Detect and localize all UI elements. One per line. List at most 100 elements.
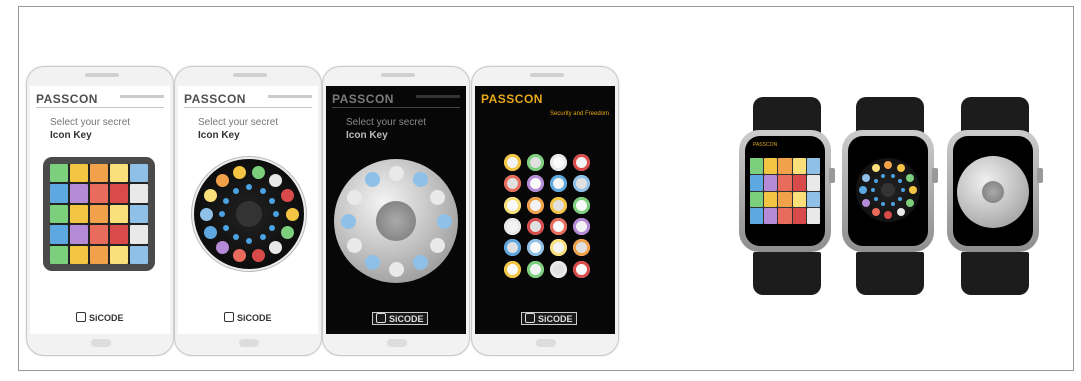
icon-key-dot[interactable] xyxy=(346,189,362,205)
icon-key-circle[interactable] xyxy=(527,175,544,193)
icon-key-tile[interactable] xyxy=(130,245,148,264)
icon-key-dot[interactable] xyxy=(905,198,914,207)
icon-key-circle[interactable] xyxy=(573,239,590,257)
icon-key-wheel[interactable] xyxy=(334,159,458,283)
icon-key-dot[interactable] xyxy=(436,213,452,229)
icon-key-tile[interactable] xyxy=(792,208,806,224)
icon-key-dot[interactable] xyxy=(222,224,229,231)
icon-key-dot[interactable] xyxy=(273,211,279,217)
icon-key-tile[interactable] xyxy=(130,184,148,203)
icon-key-circle[interactable] xyxy=(573,217,590,235)
icon-key-tile[interactable] xyxy=(110,225,128,244)
icon-key-dot[interactable] xyxy=(871,164,880,173)
icon-key-tile[interactable] xyxy=(792,174,806,191)
icon-key-dot[interactable] xyxy=(203,188,217,202)
icon-key-wheel[interactable] xyxy=(194,159,304,269)
icon-key-dot[interactable] xyxy=(246,184,252,190)
icon-key-tile[interactable] xyxy=(806,174,820,191)
icon-key-dot[interactable] xyxy=(905,173,914,182)
icon-key-tile[interactable] xyxy=(70,245,88,264)
icon-key-tile[interactable] xyxy=(130,225,148,244)
icon-key-dot[interactable] xyxy=(430,237,446,253)
icon-key-circle[interactable] xyxy=(527,260,544,278)
icon-key-grid[interactable] xyxy=(50,164,148,264)
icon-key-tile[interactable] xyxy=(110,184,128,203)
icon-key-tile[interactable] xyxy=(110,204,128,224)
icon-key-dot[interactable] xyxy=(364,171,380,187)
icon-key-dot[interactable] xyxy=(269,197,276,204)
icon-key-tile[interactable] xyxy=(778,174,792,191)
icon-key-dot[interactable] xyxy=(388,261,404,277)
icon-key-tile[interactable] xyxy=(90,245,108,264)
icon-key-dot[interactable] xyxy=(232,187,239,194)
icon-key-dot[interactable] xyxy=(873,196,878,201)
icon-key-circle[interactable] xyxy=(504,154,521,171)
icon-key-dot[interactable] xyxy=(881,202,886,207)
icon-key-circle[interactable] xyxy=(573,260,590,278)
icon-key-dot[interactable] xyxy=(259,234,266,241)
icon-key-dot[interactable] xyxy=(203,226,217,240)
icon-key-dot[interactable] xyxy=(890,173,895,178)
icon-key-tile[interactable] xyxy=(778,208,792,224)
icon-key-tile[interactable] xyxy=(750,208,764,224)
icon-key-tile[interactable] xyxy=(806,191,820,208)
icon-key-dot[interactable] xyxy=(862,198,871,207)
icon-key-circle[interactable] xyxy=(550,239,567,257)
icon-key-dot[interactable] xyxy=(412,255,428,271)
icon-key-dot[interactable] xyxy=(232,165,246,179)
icon-key-dot[interactable] xyxy=(222,197,229,204)
icon-key-tile[interactable] xyxy=(70,204,88,224)
icon-key-dot[interactable] xyxy=(871,188,875,192)
icon-key-tile[interactable] xyxy=(50,225,68,244)
icon-key-tile[interactable] xyxy=(110,245,128,264)
icon-key-circle[interactable] xyxy=(527,154,544,171)
icon-key-tile[interactable] xyxy=(778,158,792,174)
icon-key-dot[interactable] xyxy=(281,188,295,202)
icon-key-tile[interactable] xyxy=(750,191,764,208)
icon-key-dot[interactable] xyxy=(430,189,446,205)
icon-key-dot[interactable] xyxy=(364,255,380,271)
icon-key-tile[interactable] xyxy=(792,158,806,174)
icon-key-tile[interactable] xyxy=(90,164,108,183)
icon-key-circle[interactable] xyxy=(527,239,544,257)
icon-key-tile[interactable] xyxy=(50,245,68,264)
icon-key-dot[interactable] xyxy=(232,249,246,263)
icon-key-tile[interactable] xyxy=(50,184,68,203)
icon-key-tile[interactable] xyxy=(764,158,778,174)
icon-key-tile[interactable] xyxy=(806,158,820,174)
icon-key-tile[interactable] xyxy=(90,225,108,244)
icon-key-dot[interactable] xyxy=(340,213,356,229)
icon-key-dot[interactable] xyxy=(859,186,867,194)
icon-key-dot[interactable] xyxy=(269,241,283,255)
icon-key-tile[interactable] xyxy=(130,164,148,183)
watch-icon-grid[interactable] xyxy=(750,158,820,224)
icon-key-tile[interactable] xyxy=(50,204,68,224)
icon-key-tile[interactable] xyxy=(764,208,778,224)
icon-key-tile[interactable] xyxy=(90,204,108,224)
icon-key-circle[interactable] xyxy=(550,217,567,235)
icon-key-tile[interactable] xyxy=(50,164,68,183)
icon-key-dot[interactable] xyxy=(219,211,225,217)
icon-key-tile[interactable] xyxy=(764,191,778,208)
watch-icon-wheel[interactable] xyxy=(856,158,920,222)
icon-key-dot[interactable] xyxy=(901,188,905,192)
icon-key-dot[interactable] xyxy=(259,187,266,194)
icon-key-dot[interactable] xyxy=(896,164,905,173)
icon-key-dot[interactable] xyxy=(898,196,903,201)
icon-key-dot[interactable] xyxy=(252,165,266,179)
icon-key-tile[interactable] xyxy=(778,191,792,208)
icon-key-circle[interactable] xyxy=(504,196,521,214)
icon-key-tile[interactable] xyxy=(750,174,764,191)
icon-key-tile[interactable] xyxy=(130,204,148,224)
icon-key-dot[interactable] xyxy=(346,237,362,253)
icon-key-dot[interactable] xyxy=(873,179,878,184)
icon-key-tile[interactable] xyxy=(70,184,88,203)
icon-key-dot[interactable] xyxy=(884,161,892,169)
icon-key-tile[interactable] xyxy=(792,191,806,208)
icon-key-tile[interactable] xyxy=(750,158,764,174)
icon-key-dot[interactable] xyxy=(285,207,299,221)
icon-key-circle[interactable] xyxy=(504,260,521,278)
icon-key-circle[interactable] xyxy=(504,217,521,235)
icon-key-tile[interactable] xyxy=(806,208,820,224)
icon-key-dot[interactable] xyxy=(246,238,252,244)
